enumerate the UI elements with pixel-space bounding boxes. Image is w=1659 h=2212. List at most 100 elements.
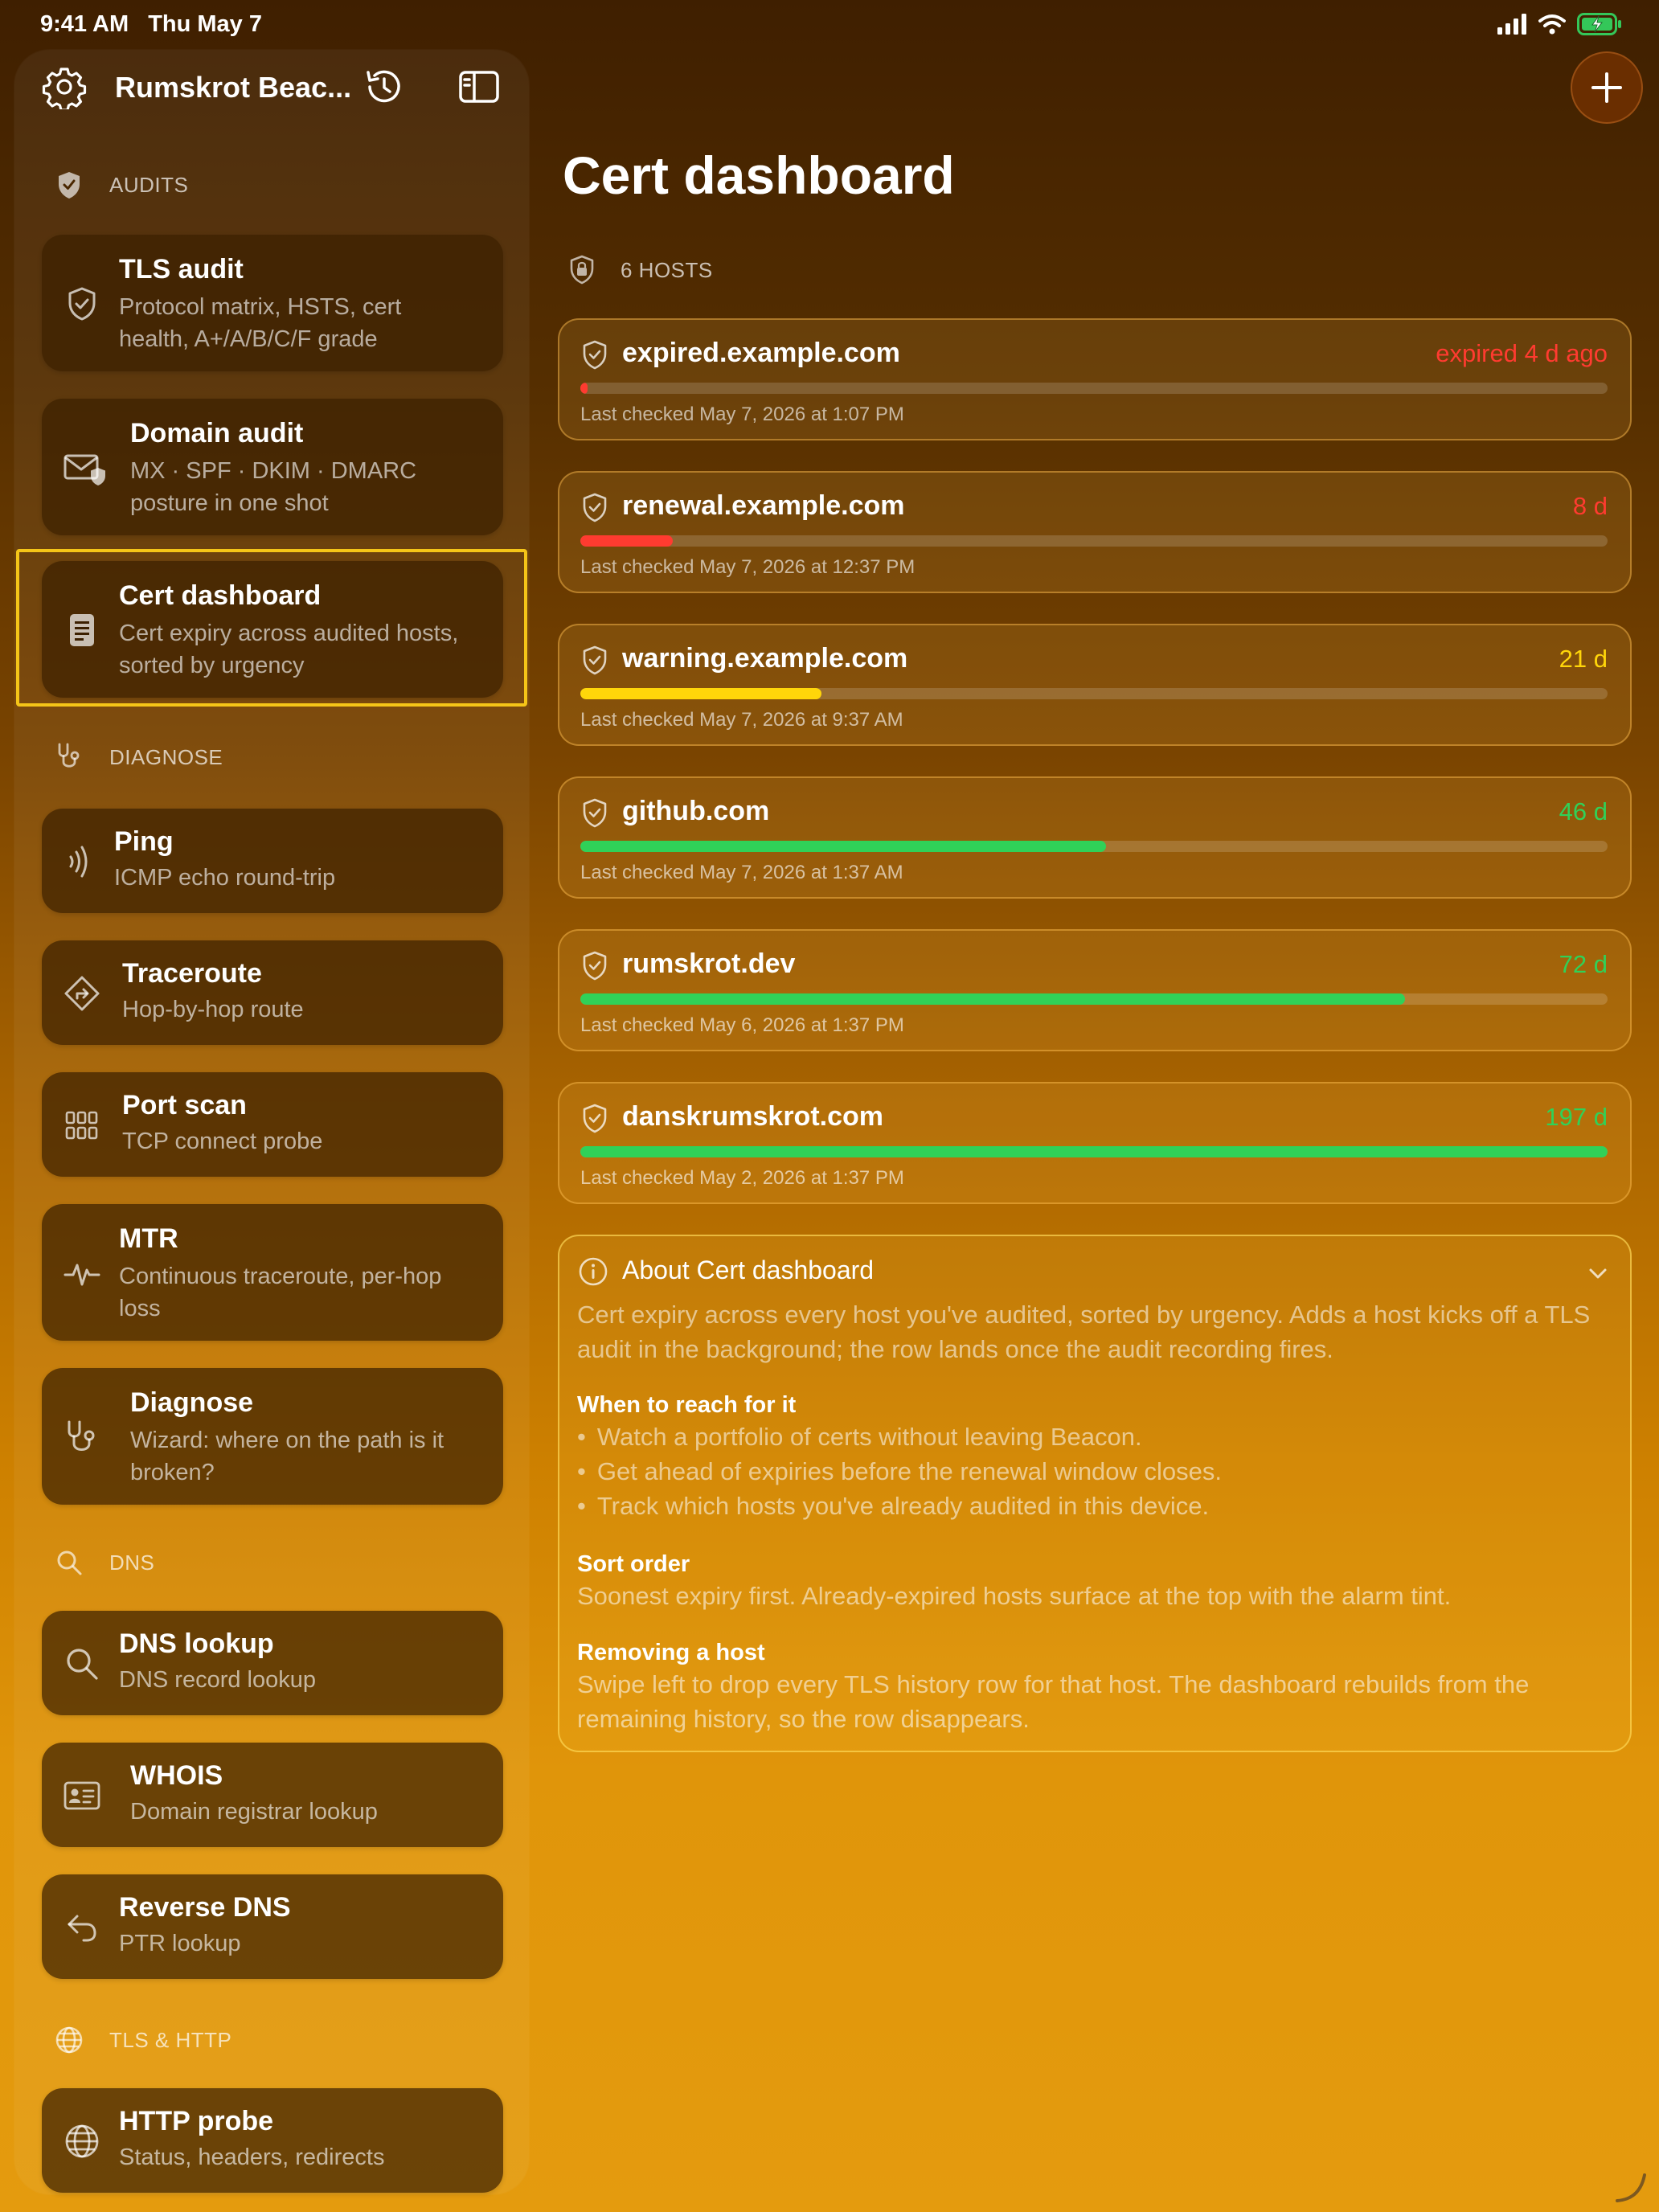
host-name: rumskrot.dev <box>622 948 796 979</box>
shield-check-icon <box>68 287 96 321</box>
route-diamond-icon <box>64 976 100 1011</box>
shield-check-icon <box>583 798 607 828</box>
sidebar-item-subtitle: Protocol matrix, HSTS, cert health, A+/A… <box>119 294 402 352</box>
about-remove-heading: Removing a host <box>577 1640 765 1665</box>
section-label: DNS <box>109 1550 155 1575</box>
sidebar-item-subtitle: Wizard: where on the path is it broken? <box>130 1428 444 1485</box>
sidebar-item-title: Ping <box>114 826 174 857</box>
shield-check-icon <box>583 1104 607 1133</box>
sidebar-item-subtitle: PTR lookup <box>119 1931 241 1956</box>
sidebar-item-diagnose[interactable]: Diagnose Wizard: where on the path is it… <box>42 1368 503 1505</box>
status-date: Thu May 7 <box>148 11 262 37</box>
sidebar-item-port-scan[interactable]: Port scan TCP connect probe <box>42 1072 503 1177</box>
battery-charging-icon <box>1577 13 1621 35</box>
info-icon <box>579 1257 608 1286</box>
sidebar-item-subtitle: ICMP echo round-trip <box>114 865 336 891</box>
sidebar-item-subtitle: DNS record lookup <box>119 1667 316 1693</box>
about-bullet-text: Watch a portfolio of certs without leavi… <box>596 1423 1142 1451</box>
sidebar-item-traceroute[interactable]: Traceroute Hop-by-hop route <box>42 940 503 1045</box>
wave-icon <box>69 846 88 878</box>
expiry-progress-track <box>580 383 1608 394</box>
sidebar-item-reverse-dns[interactable]: Reverse DNS PTR lookup <box>42 1874 503 1979</box>
globe-icon <box>55 2026 83 2054</box>
selected-item-highlight <box>16 549 527 707</box>
stethoscope-icon <box>68 1420 95 1451</box>
sidebar-toggle-icon[interactable] <box>457 64 502 109</box>
grid-icon <box>65 1111 98 1140</box>
host-name: github.com <box>622 796 770 826</box>
host-name: warning.example.com <box>622 643 908 674</box>
expiry-progress-track <box>580 535 1608 547</box>
plus-icon <box>1591 72 1622 103</box>
sidebar-item-dns-lookup[interactable]: DNS lookup DNS record lookup <box>42 1611 503 1715</box>
about-bullet: • Get ahead of expiries before the renewa… <box>577 1457 1223 1485</box>
sidebar-item-subtitle: TCP connect probe <box>122 1129 323 1154</box>
section-label: TLS & HTTP <box>109 2027 232 2052</box>
sidebar-item-ping[interactable]: Ping ICMP echo round-trip <box>42 809 503 913</box>
expiry-progress-track <box>580 1146 1608 1157</box>
host-row[interactable]: renewal.example.com 8 d Last checked May… <box>558 471 1632 593</box>
expiry-progress-fill <box>580 841 1107 852</box>
expiry-progress-track <box>580 993 1608 1005</box>
about-title: About Cert dashboard <box>622 1256 875 1284</box>
days-remaining: 197 d <box>1545 1103 1608 1131</box>
host-row[interactable]: danskrumskrot.com 197 d Last checked May… <box>558 1082 1632 1204</box>
section-header-diagnose: DIAGNOSE <box>53 741 223 773</box>
add-host-button[interactable] <box>1572 53 1641 122</box>
expiry-progress-fill <box>580 688 822 699</box>
host-row[interactable]: warning.example.com 21 d Last checked Ma… <box>558 624 1632 746</box>
last-checked: Last checked May 7, 2026 at 1:37 AM <box>580 862 903 883</box>
about-bullet: • Track which hosts you've already audite… <box>577 1492 1210 1520</box>
host-row[interactable]: github.com 46 d Last checked May 7, 2026… <box>558 776 1632 899</box>
sidebar-title: Rumskrot Beac... <box>115 71 352 104</box>
wifi-icon <box>1538 14 1566 35</box>
sidebar-item-title: Reverse DNS <box>119 1892 291 1923</box>
last-checked: Last checked May 7, 2026 at 12:37 PM <box>580 556 916 578</box>
about-panel: About Cert dashboard Cert expiry across … <box>558 1235 1632 1752</box>
sidebar-item-title: Traceroute <box>122 958 262 989</box>
history-icon[interactable] <box>362 64 407 109</box>
host-name: expired.example.com <box>622 338 900 368</box>
sidebar-item-title: HTTP probe <box>119 2106 274 2136</box>
cellular-signal-icon <box>1497 14 1526 35</box>
return-arrow-icon <box>68 1915 96 1942</box>
host-row[interactable]: expired.example.com expired 4 d ago Last… <box>558 318 1632 440</box>
section-header-dns: DNS <box>53 1546 154 1579</box>
host-name: danskrumskrot.com <box>622 1101 883 1132</box>
expiry-progress-fill <box>580 383 588 394</box>
host-name: renewal.example.com <box>622 490 905 521</box>
about-remove-text: Swipe left to drop every TLS history row… <box>577 1670 1530 1733</box>
sidebar-item-title: WHOIS <box>130 1760 223 1791</box>
sidebar-item-subtitle: Domain registrar lookup <box>130 1799 378 1825</box>
last-checked: Last checked May 2, 2026 at 1:37 PM <box>580 1167 904 1189</box>
sidebar-item-domain-audit[interactable]: Domain audit MX · SPF · DKIM · DMARC pos… <box>42 399 503 535</box>
expiry-progress-fill <box>580 993 1406 1005</box>
shield-check-icon <box>583 493 607 522</box>
waveform-icon <box>63 1264 100 1286</box>
last-checked: Last checked May 6, 2026 at 1:37 PM <box>580 1014 904 1036</box>
sidebar-item-mtr[interactable]: MTR Continuous traceroute, per-hop loss <box>42 1204 503 1341</box>
host-row[interactable]: rumskrot.dev 72 d Last checked May 6, 20… <box>558 929 1632 1051</box>
globe-icon <box>65 2124 99 2158</box>
sidebar-item-title: Domain audit <box>130 418 304 449</box>
expiry-progress-track <box>580 841 1608 852</box>
shield-check-icon <box>583 951 607 981</box>
sidebar-item-title: TLS audit <box>119 254 244 285</box>
sidebar-item-tls-audit[interactable]: TLS audit Protocol matrix, HSTS, cert he… <box>42 235 503 371</box>
sidebar-item-http-probe[interactable]: HTTP probe Status, headers, redirects <box>42 2088 503 2193</box>
about-bullet-text: Get ahead of expiries before the renewal… <box>596 1457 1223 1485</box>
expiry-progress-track <box>580 688 1608 699</box>
about-when-heading: When to reach for it <box>577 1392 797 1418</box>
gear-icon[interactable] <box>42 64 87 109</box>
days-remaining: 46 d <box>1559 797 1608 825</box>
sidebar-item-whois[interactable]: WHOIS Domain registrar lookup <box>42 1743 503 1847</box>
sidebar-item-subtitle: Hop-by-hop route <box>122 997 304 1022</box>
last-checked: Last checked May 7, 2026 at 9:37 AM <box>580 709 903 731</box>
magnifier-icon <box>67 1649 98 1680</box>
sidebar-item-title: MTR <box>119 1223 178 1254</box>
about-sort-text: Soonest expiry first. Already-expired ho… <box>577 1582 1452 1610</box>
sidebar: Rumskrot Beac... AUDITS TLS audit Protoc… <box>14 50 529 2194</box>
chevron-down-icon[interactable] <box>1585 1260 1611 1286</box>
resize-handle-icon[interactable] <box>1612 2169 1649 2206</box>
sidebar-item-title: Diagnose <box>130 1387 254 1418</box>
